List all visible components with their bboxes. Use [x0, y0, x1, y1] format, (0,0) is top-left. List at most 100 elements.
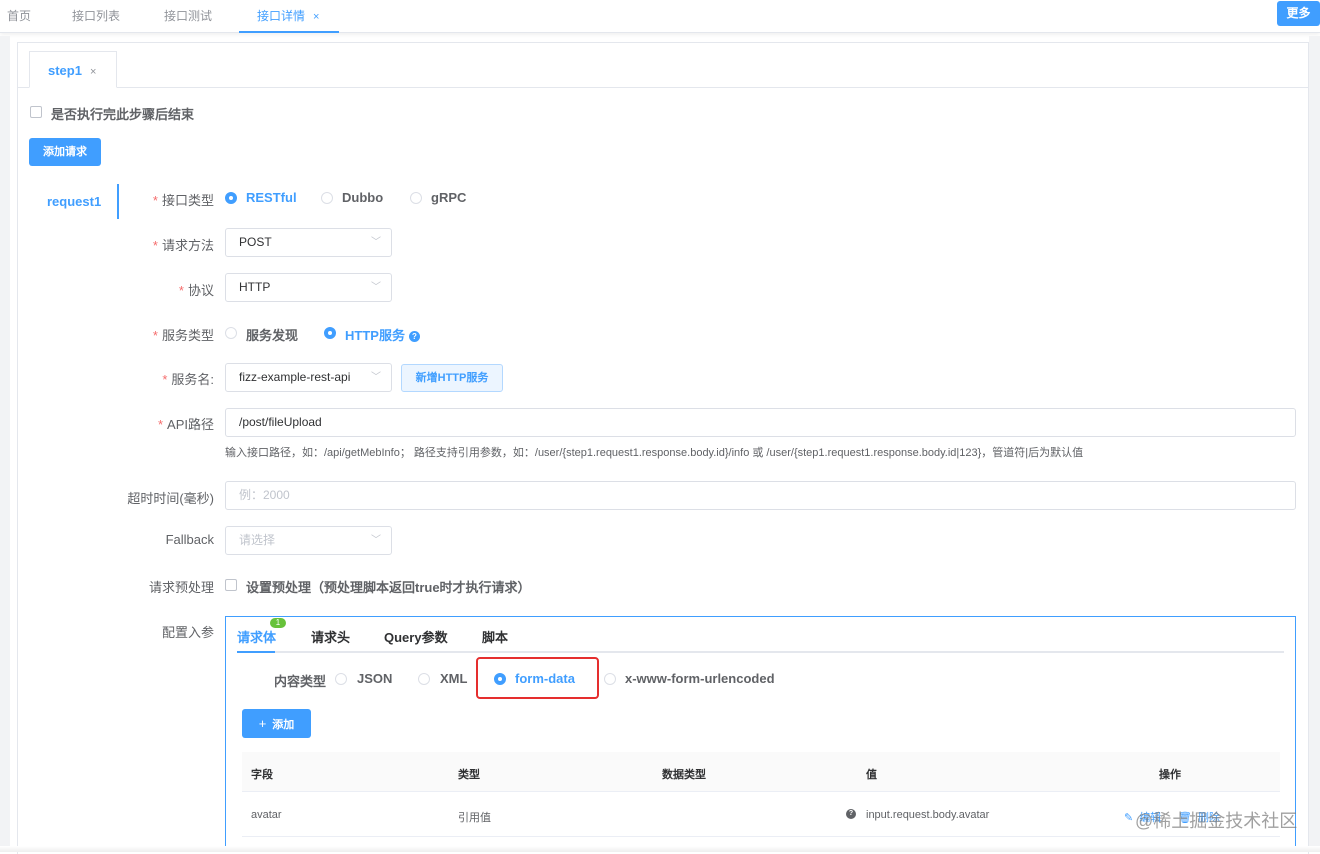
radio-xml-label[interactable]: XML: [440, 671, 467, 686]
add-request-button[interactable]: 添加请求: [29, 138, 101, 166]
chevron-down-icon: ﹀: [371, 229, 381, 256]
help-icon[interactable]: ?: [409, 331, 420, 342]
preprocess-checkbox-label: 设置预处理（预处理脚本返回true时才执行请求）: [246, 577, 531, 596]
chevron-down-icon: ﹀: [371, 364, 381, 391]
right-gutter: [1309, 36, 1320, 852]
preprocess-checkbox[interactable]: [225, 579, 237, 591]
radio-http-service-text: HTTP服务: [345, 328, 405, 343]
method-select[interactable]: POST ﹀: [225, 228, 392, 257]
api-path-label: *API路径: [158, 414, 214, 433]
protocol-select[interactable]: HTTP ﹀: [225, 273, 392, 302]
radio-dubbo[interactable]: [321, 192, 333, 204]
tab-interface-list-label: 接口列表: [72, 9, 120, 23]
step-tab-label: step1: [48, 63, 82, 78]
chevron-down-icon: ﹀: [371, 527, 381, 554]
plus-icon: +: [259, 716, 267, 731]
config-params-label: 配置入参: [162, 622, 214, 641]
config-tabs-divider: [237, 651, 1284, 653]
edit-icon: ✎: [1124, 812, 1133, 824]
bottom-edge: [0, 846, 1320, 852]
api-path-hint: 输入接口路径，如：/api/getMebInfo； 路径支持引用参数，如：/us…: [225, 444, 1083, 460]
method-label-text: 请求方法: [162, 238, 214, 253]
column-header-data-type: 数据类型: [662, 766, 706, 782]
step-tab-divider: [17, 87, 1309, 88]
api-path-input[interactable]: /post/fileUpload: [225, 408, 1296, 437]
required-mark: *: [153, 193, 158, 208]
radio-urlencoded[interactable]: [604, 673, 616, 685]
cell-value: input.request.body.avatar: [866, 809, 989, 821]
protocol-label: *协议: [179, 280, 214, 299]
chevron-down-icon: ﹀: [371, 274, 381, 301]
end-after-step-checkbox[interactable]: [30, 106, 42, 118]
config-tab-active-indicator: [237, 651, 275, 653]
fallback-select-placeholder: 请选择: [239, 533, 275, 547]
protocol-label-text: 协议: [188, 283, 214, 298]
radio-service-discovery-label[interactable]: 服务发现: [246, 325, 298, 344]
table-row-divider: [242, 836, 1280, 837]
service-name-label-text: 服务名:: [171, 372, 214, 387]
step-tab[interactable]: step1 ×: [29, 51, 117, 88]
tab-home[interactable]: 首页: [7, 0, 31, 33]
radio-http-service-label[interactable]: HTTP服务?: [345, 325, 420, 344]
timeout-input[interactable]: 例：2000: [225, 481, 1296, 510]
fallback-select[interactable]: 请选择 ﹀: [225, 526, 392, 555]
radio-service-discovery[interactable]: [225, 327, 237, 339]
cell-field: avatar: [251, 809, 282, 821]
tab-interface-test[interactable]: 接口测试: [164, 0, 212, 33]
add-param-button-label: 添加: [272, 719, 294, 731]
column-header-value: 值: [866, 766, 877, 782]
question-icon[interactable]: ?: [846, 809, 856, 819]
radio-dubbo-label[interactable]: Dubbo: [342, 190, 383, 205]
service-name-select-value: fizz-example-rest-api: [239, 370, 350, 384]
preprocess-label: 请求预处理: [149, 577, 214, 596]
interface-type-label-text: 接口类型: [162, 193, 214, 208]
top-tab-bar: 首页 接口列表 接口测试 接口详情×: [0, 0, 1320, 33]
request-tab[interactable]: request1: [47, 194, 101, 209]
highlight-box: [476, 657, 599, 699]
radio-grpc[interactable]: [410, 192, 422, 204]
content-type-label: 内容类型: [274, 671, 326, 690]
required-mark: *: [162, 372, 167, 387]
interface-type-label: * 接口类型: [153, 190, 214, 209]
cell-type: 引用值: [458, 809, 491, 825]
radio-grpc-label[interactable]: gRPC: [431, 190, 466, 205]
radio-json-label[interactable]: JSON: [357, 671, 392, 686]
radio-restful-label[interactable]: RESTful: [246, 190, 297, 205]
method-label: * 请求方法: [153, 235, 214, 254]
more-button[interactable]: 更多: [1277, 1, 1320, 26]
service-type-label: * 服务类型: [153, 325, 214, 344]
radio-xml[interactable]: [418, 673, 430, 685]
service-type-label-text: 服务类型: [162, 328, 214, 343]
timeout-label: 超时时间(毫秒): [127, 488, 214, 507]
watermark: @稀土掘金技术社区: [1135, 807, 1297, 833]
close-icon[interactable]: ×: [313, 11, 319, 23]
column-header-field: 字段: [251, 766, 273, 782]
close-icon[interactable]: ×: [90, 66, 96, 78]
tab-query-params[interactable]: Query参数: [384, 627, 448, 646]
fallback-label: Fallback: [166, 532, 214, 547]
tab-interface-list[interactable]: 接口列表: [72, 0, 120, 33]
tab-request-headers[interactable]: 请求头: [311, 627, 350, 646]
radio-http-service[interactable]: [324, 327, 336, 339]
required-mark: *: [158, 417, 163, 432]
params-table-header: [242, 752, 1280, 792]
add-http-service-button[interactable]: 新增HTTP服务: [401, 364, 503, 392]
service-name-select[interactable]: fizz-example-rest-api ﹀: [225, 363, 392, 392]
required-mark: *: [153, 238, 158, 253]
tab-home-label: 首页: [7, 9, 31, 23]
left-gutter: [0, 36, 10, 852]
radio-urlencoded-label[interactable]: x-www-form-urlencoded: [625, 671, 775, 686]
radio-json[interactable]: [335, 673, 347, 685]
request-tab-indicator: [117, 184, 119, 219]
protocol-select-value: HTTP: [239, 280, 270, 294]
tab-request-body[interactable]: 请求体: [237, 627, 276, 646]
method-select-value: POST: [239, 235, 272, 249]
required-mark: *: [153, 328, 158, 343]
tab-script[interactable]: 脚本: [482, 627, 508, 646]
end-after-step-label: 是否执行完此步骤后结束: [51, 104, 194, 123]
column-header-actions: 操作: [1159, 766, 1181, 782]
tab-interface-detail[interactable]: 接口详情×: [239, 0, 339, 33]
service-name-label: * 服务名:: [162, 369, 214, 388]
radio-restful[interactable]: [225, 192, 237, 204]
add-param-button[interactable]: + 添加: [242, 709, 311, 738]
